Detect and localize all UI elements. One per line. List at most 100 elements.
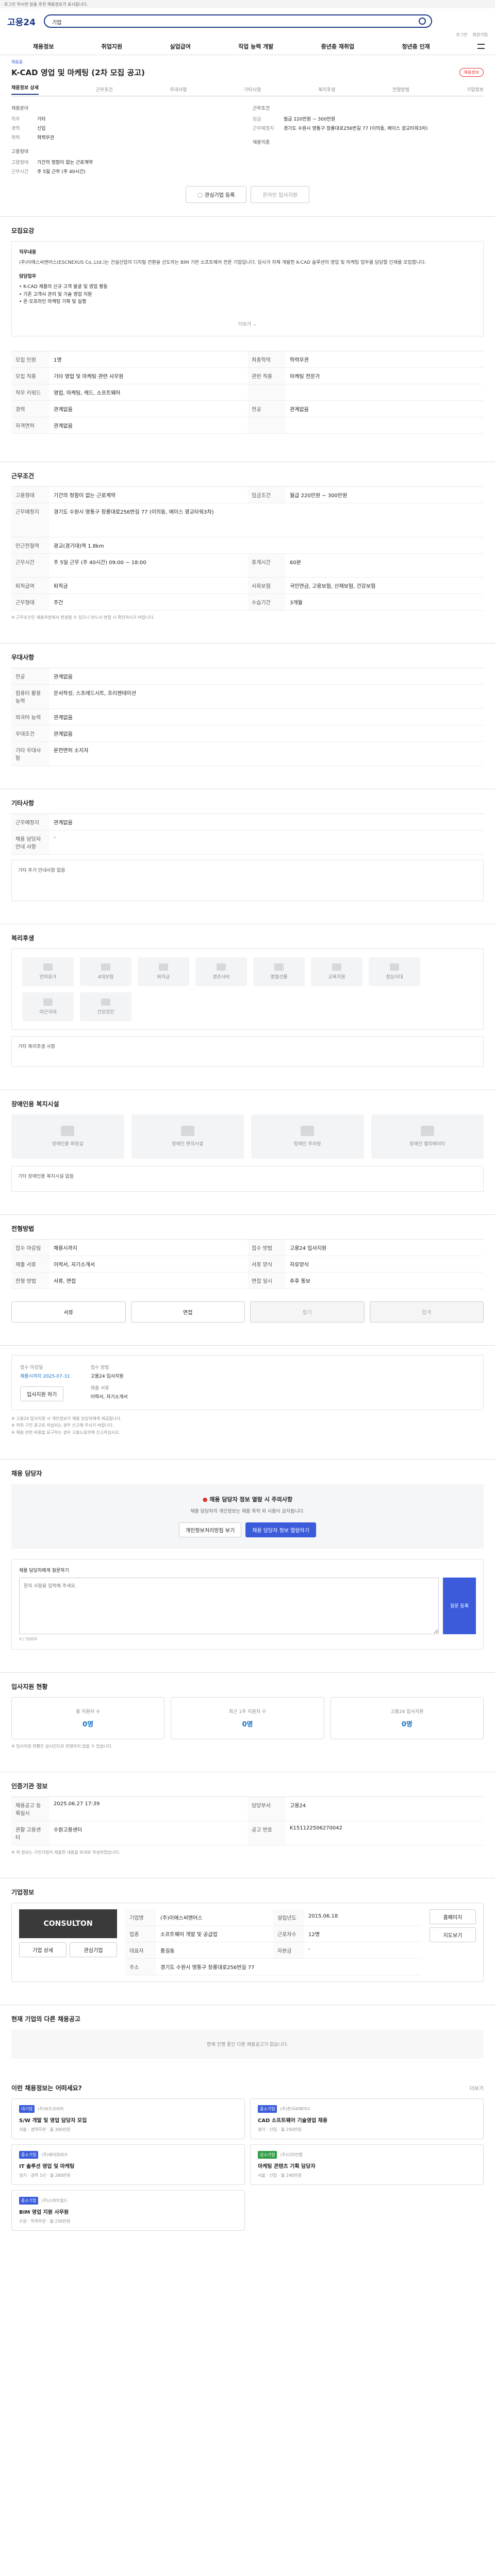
tab-bar: 채용정보 상세 근무조건 우대사항 기타사항 복리후생 전형방법 기업정보 xyxy=(11,83,484,96)
section-title: 모집요강 xyxy=(11,227,35,234)
heart-icon xyxy=(197,193,203,198)
docs-label: 제출 서류 xyxy=(90,1385,109,1391)
stats-section: 입사지원 현황 총 지원자 수 0명 최근 1주 지원자 수 0명 고용24 입사지… xyxy=(0,1672,495,1756)
reco-card[interactable]: 강소기업 (주)디자인랩 마케팅 콘텐츠 기획 담당자 서울 · 신입 · 월 240… xyxy=(250,2144,484,2185)
tab-detail[interactable]: 채용정보 상세 xyxy=(11,84,39,95)
nav-item[interactable]: 채용정보 xyxy=(33,42,54,50)
desc-section: 모집요강 직무내용 (주)이에스씨앤어스(ESCNEXUS Co.,Ltd.)는… xyxy=(0,216,495,441)
facility-tile: 장애인 엘리베이터 xyxy=(371,1114,484,1159)
etc-section: 기타사항 근무예정지 관계없음 채용 담당자 안내 사항 - 기타 추가 안내사항 … xyxy=(0,788,495,908)
facility-tile: 장애인 편의시설 xyxy=(131,1114,244,1159)
logo[interactable]: 고용24 xyxy=(7,15,36,28)
desc-heading: 직무내용 xyxy=(19,250,37,255)
method-label: 접수 방법 xyxy=(90,1365,109,1370)
summary-value: 월급 220만원 ~ 300만원 xyxy=(284,117,336,122)
online-apply-button[interactable]: 온라인 입사지원 xyxy=(251,186,309,203)
view-contact-button[interactable]: 채용 담당자 정보 열람하기 xyxy=(245,1522,316,1537)
main-nav: 채용정보 취업지원 실업급여 직업 능력 개발 중년층 재취업 청년층 인재 xyxy=(7,38,488,55)
send-question-button[interactable]: 질문 등록 xyxy=(443,1577,476,1634)
welfare-tile: 퇴직금 xyxy=(138,957,189,986)
job-title-block: 채용중 K-CAD 영업 및 마케팅 (2차 모집 공고) 채용정보 xyxy=(0,55,495,78)
reco-card[interactable]: 중소기업 (주)스마트빌드 BIM 영업 지원 사무원 수원 · 학력무관 · 월 2… xyxy=(11,2190,245,2231)
etc-memo: 기타 추가 안내사항 없음 xyxy=(11,859,484,901)
process-table: 접수 마감일 채용시까지 접수 방법 고용24 입사지원 제출 서류 이력서, 자기소개… xyxy=(11,1239,484,1289)
summary-key: 학력 xyxy=(11,135,20,141)
stat-card: 고용24 입사지원 0명 xyxy=(330,1697,484,1739)
apply-note: ※ 채용 관련 비용을 요구하는 경우 고용노동부에 신고하십시오. xyxy=(11,1430,121,1435)
tab-company[interactable]: 기업정보 xyxy=(467,86,484,93)
step-interview: 면접 xyxy=(130,1301,245,1323)
company-section: 기업정보 CONSULTON 기업 상세 관심기업 기업명 (주)이에스씨앤어스 설… xyxy=(0,1877,495,1989)
section-title: 이런 채용정보는 어떠세요? 더보기 xyxy=(11,2084,484,2092)
summary-label: 채용직종 xyxy=(253,140,270,145)
tab-etc[interactable]: 기타사항 xyxy=(244,86,261,93)
nav-item[interactable]: 취업지원 xyxy=(102,42,122,50)
apply-now-button[interactable]: 입사지원 하기 xyxy=(20,1386,64,1401)
facility-tile: 장애인용 화장실 xyxy=(11,1114,124,1159)
search-icon[interactable] xyxy=(419,18,426,25)
contact-section: 채용 담당자 ● 채용 담당자 정보 열람 시 주의사항 채용 담당자의 개인정… xyxy=(0,1459,495,1657)
join-link[interactable]: 회원가입 xyxy=(473,32,488,38)
summary-label: 고용형태 xyxy=(11,149,29,155)
step-pass: 합격 xyxy=(369,1301,484,1323)
facility-tile: 장애인 주차장 xyxy=(251,1114,364,1159)
section-title: 우대사항 xyxy=(11,653,35,661)
step-written: 필기 xyxy=(250,1301,365,1323)
nav-item[interactable]: 직업 능력 개발 xyxy=(238,42,273,50)
more-button[interactable]: 더보기 xyxy=(238,321,251,328)
info-table: 모집 인원 1명 최종학력 학력무관 모집 직종 기타 영업 및 마케팅 관련 사무원 관… xyxy=(11,350,484,434)
welfare-note: 기타 복리후생 사항 xyxy=(11,1036,484,1067)
summary-key: 경력 xyxy=(11,126,20,131)
welfare-tile: 명절선물 xyxy=(253,957,305,986)
apply-button[interactable]: 관심기업 등록 xyxy=(186,186,247,203)
reco-card[interactable]: 중소기업 (주)한국씨에이디 CAD 소프트웨어 기술영업 채용 경기 · 신입 · … xyxy=(250,2098,484,2139)
question-label: 채용 담당자에게 질문하기 xyxy=(19,1568,69,1573)
login-link[interactable]: 로그인 xyxy=(456,32,467,38)
header: 고용24 기업 로그인 회원가입 채용정보 취업지원 실업급여 직업 능력 개발… xyxy=(0,8,495,55)
docs-value: 이력서, 자기소개서 xyxy=(90,1394,128,1400)
summary-key: 직무 xyxy=(11,117,20,122)
privacy-button[interactable]: 개인정보처리방침 보기 xyxy=(179,1522,242,1537)
welfare-tile: 연차휴가 xyxy=(22,957,74,986)
summary-value: 학력무관 xyxy=(37,135,55,141)
section-title: 인증기관 정보 xyxy=(11,1782,48,1790)
tab-preference[interactable]: 우대사항 xyxy=(170,86,187,93)
step-document: 서류 xyxy=(11,1301,126,1323)
nav-item[interactable]: 중년층 재취업 xyxy=(321,42,355,50)
reco-more[interactable]: 더보기 xyxy=(469,2084,484,2092)
tab-conditions[interactable]: 근무조건 xyxy=(96,86,113,93)
method-value: 고용24 입사지원 xyxy=(90,1374,124,1379)
summary-label: 근무조건 xyxy=(253,106,270,111)
nav-item[interactable]: 청년층 인재 xyxy=(402,42,430,50)
desc-body: (주)이에스씨앤어스(ESCNEXUS Co.,Ltd.)는 건설산업의 디지털… xyxy=(19,260,426,266)
preference-section: 우대사항 전공 관계없음 컴퓨터 활용 능력 문서작성, 스프레드시트, 프리젠테이… xyxy=(0,642,495,773)
company-favorite-button[interactable]: 관심기업 xyxy=(70,1942,117,1957)
preference-table: 전공 관계없음 컴퓨터 활용 능력 문서작성, 스프레드시트, 프리젠테이션 외국어… xyxy=(11,667,484,766)
section-title: 전형방법 xyxy=(11,1225,35,1232)
section-title: 기업정보 xyxy=(11,1888,35,1896)
reco-card[interactable]: 대기업 (주)비즈코리아 S/W 개발 및 영업 담당자 모집 서울 · 경력무관 ·… xyxy=(11,2098,245,2139)
apply-section: 접수 마감일 채용시까지 2025-07-31 입사지원 하기 접수 방법 고용… xyxy=(0,1345,495,1444)
badge: 채용정보 xyxy=(459,68,484,77)
conditions-note: ※ 근무조건은 채용과정에서 변경될 수 있으니 반드시 면접 시 확인하시기 … xyxy=(11,615,155,620)
company-detail-button[interactable]: 기업 상세 xyxy=(19,1942,67,1957)
welfare-tile: 야근식대 xyxy=(22,992,74,1021)
other-jobs-section: 현재 기업의 다른 채용공고 현재 진행 중인 다른 채용공고가 없습니다. xyxy=(0,2004,495,2066)
summary-value: 신입 xyxy=(37,126,46,131)
summary-key: 근무시간 xyxy=(11,170,29,175)
search-input[interactable]: 기업 xyxy=(43,14,432,28)
summary-key: 고용형태 xyxy=(11,160,29,165)
summary-key: 임금 xyxy=(253,117,261,122)
map-button[interactable]: 지도보기 xyxy=(430,1927,476,1942)
section-title: 기타사항 xyxy=(11,799,35,807)
question-input[interactable] xyxy=(19,1577,439,1634)
reco-card[interactable]: 중소기업 (주)에이원테크 IT 솔루션 영업 및 마케팅 경기 · 경력 1년 · … xyxy=(11,2144,245,2185)
welfare-tile: 건강검진 xyxy=(80,992,131,1021)
homepage-button[interactable]: 홈페이지 xyxy=(430,1909,476,1924)
tab-welfare[interactable]: 복리후생 xyxy=(318,86,335,93)
tab-process[interactable]: 전형방법 xyxy=(392,86,409,93)
menu-icon[interactable] xyxy=(477,44,485,49)
alert-title: ● 채용 담당자 정보 열람 시 주의사항 xyxy=(202,1496,293,1503)
nav-item[interactable]: 실업급여 xyxy=(170,42,190,50)
desc-item: • K-CAD 제품의 신규 고객 발굴 및 영업 활동 xyxy=(19,284,108,290)
